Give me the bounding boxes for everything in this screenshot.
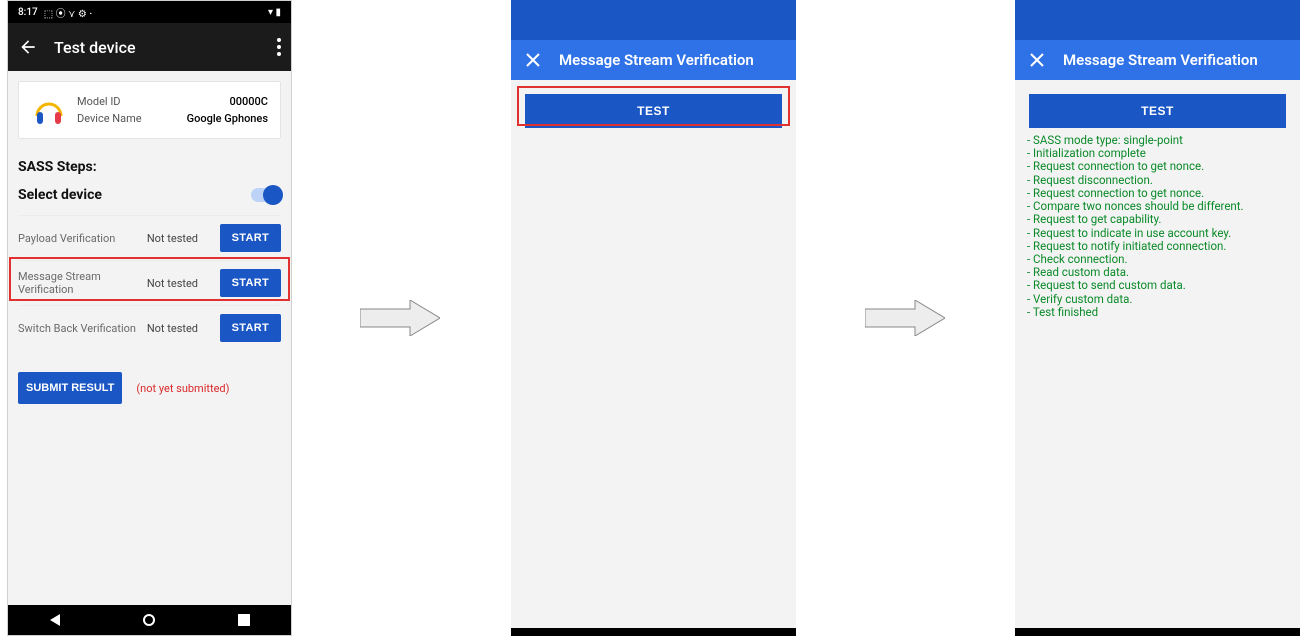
close-icon[interactable] xyxy=(525,52,541,68)
log-line: Request connection to get nonce. xyxy=(1027,160,1288,173)
test-button[interactable]: TEST xyxy=(1029,94,1286,128)
start-button[interactable]: START xyxy=(220,269,281,297)
step-status: Not tested xyxy=(147,322,209,335)
test-button[interactable]: TEST xyxy=(525,94,782,128)
device-name-label: Device Name xyxy=(77,112,142,125)
tutorial-canvas: 8:17 ⬚ ⦿ ⋎ ⚙ · ▾ ▮ Test device xyxy=(0,0,1300,636)
log-line: Verify custom data. xyxy=(1027,293,1288,306)
model-id-label: Model ID xyxy=(77,95,121,108)
msv-title: Message Stream Verification xyxy=(559,51,754,69)
step-row-payload: Payload Verification Not tested START xyxy=(18,215,281,260)
nav-back-icon[interactable] xyxy=(50,614,60,626)
step-status: Not tested xyxy=(147,232,209,245)
status-bar: 8:17 ⬚ ⦿ ⋎ ⚙ · ▾ ▮ xyxy=(8,1,291,23)
log-line: Request disconnection. xyxy=(1027,174,1288,187)
steps-heading: SASS Steps: xyxy=(18,159,281,175)
step-name: Switch Back Verification xyxy=(18,322,136,335)
select-device-label: Select device xyxy=(18,187,102,203)
submit-result-button[interactable]: SUBMIT RESULT xyxy=(18,372,122,404)
steps-section: SASS Steps: Select device Payload Verifi… xyxy=(8,145,291,605)
page-title: Test device xyxy=(54,38,261,57)
nav-recent-icon[interactable] xyxy=(238,614,250,626)
back-arrow-icon[interactable] xyxy=(18,37,38,57)
phone-screen-2: Message Stream Verification TEST xyxy=(511,0,796,636)
app-bar: Test device xyxy=(8,23,291,71)
close-icon[interactable] xyxy=(1029,52,1045,68)
log-line: Test finished xyxy=(1027,306,1288,319)
select-device-toggle[interactable] xyxy=(251,188,281,202)
log-line: Request to send custom data. xyxy=(1027,279,1288,292)
phone-screen-3: Message Stream Verification TEST SASS mo… xyxy=(1015,0,1300,636)
sub-app-bar: Message Stream Verification xyxy=(511,40,796,80)
status-right-icons: ▾ ▮ xyxy=(268,7,281,18)
headphones-icon xyxy=(31,92,67,128)
top-bar xyxy=(1015,0,1300,40)
test-log: SASS mode type: single-point Initializat… xyxy=(1015,134,1300,319)
device-name-value: Google Gphones xyxy=(187,112,268,125)
status-left-icons: ⬚ ⦿ ⋎ ⚙ · xyxy=(44,5,93,20)
start-button[interactable]: START xyxy=(220,314,281,342)
android-nav-bar xyxy=(8,605,291,635)
log-line: Request to indicate in use account key. xyxy=(1027,227,1288,240)
step-name: Message Stream Verification xyxy=(18,270,136,296)
status-time: 8:17 xyxy=(18,7,38,18)
log-line: Request to notify initiated connection. xyxy=(1027,240,1288,253)
submit-hint: (not yet submitted) xyxy=(136,382,229,395)
sub-app-bar: Message Stream Verification xyxy=(1015,40,1300,80)
flow-arrow-icon xyxy=(865,300,945,336)
phone-screen-1: 8:17 ⬚ ⦿ ⋎ ⚙ · ▾ ▮ Test device xyxy=(7,0,292,636)
flow-arrow-icon xyxy=(360,300,440,336)
step-row-switch-back: Switch Back Verification Not tested STAR… xyxy=(18,305,281,350)
more-vert-icon[interactable] xyxy=(277,38,281,56)
log-line: Request to get capability. xyxy=(1027,213,1288,226)
bottom-bar xyxy=(511,628,796,636)
start-button[interactable]: START xyxy=(220,224,281,252)
step-name: Payload Verification xyxy=(18,232,136,245)
model-id-value: 00000C xyxy=(230,95,268,108)
step-status: Not tested xyxy=(147,277,209,290)
bottom-bar xyxy=(1015,628,1300,636)
step-row-message-stream: Message Stream Verification Not tested S… xyxy=(18,260,281,305)
top-bar xyxy=(511,0,796,40)
nav-home-icon[interactable] xyxy=(143,614,155,626)
msv-title: Message Stream Verification xyxy=(1063,51,1258,69)
device-info-card: Model ID 00000C Device Name Google Gphon… xyxy=(18,81,281,139)
